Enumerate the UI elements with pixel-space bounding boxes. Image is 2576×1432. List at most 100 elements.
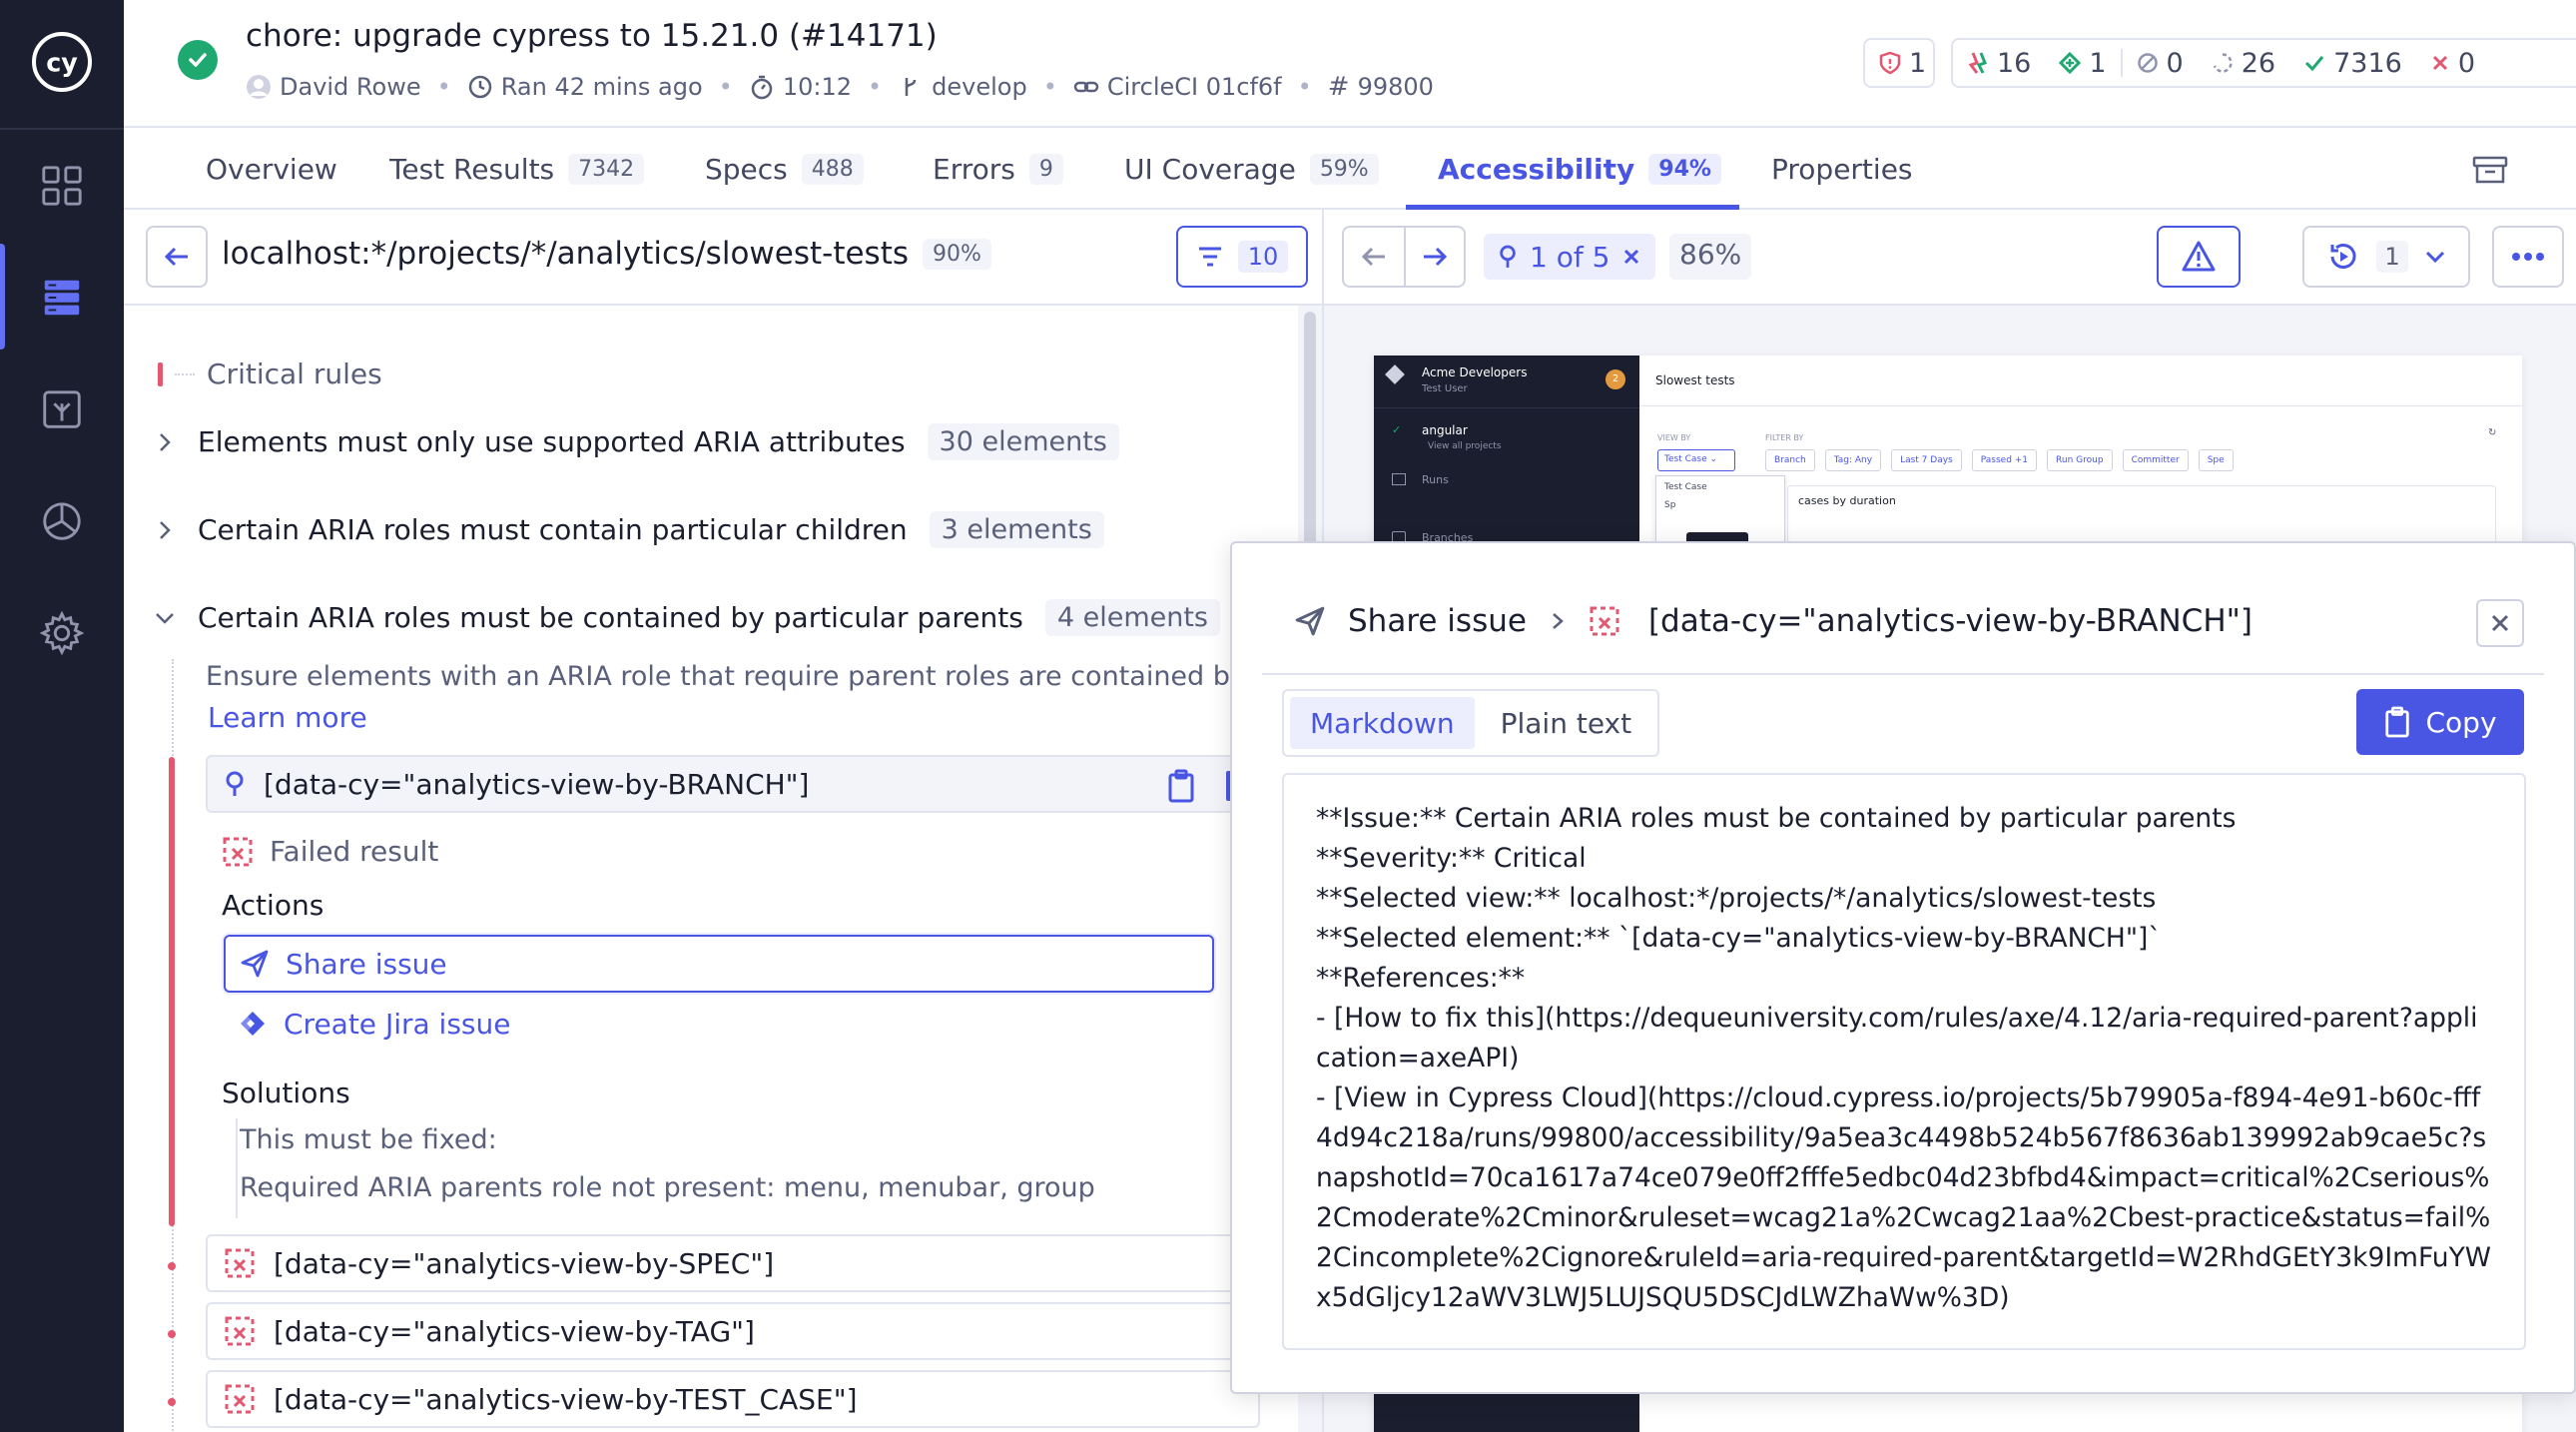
chevron-right-icon [160, 520, 171, 539]
arrow-left-icon [164, 247, 188, 267]
failed-count: 0 [2457, 47, 2475, 79]
rule-aria-required-parent[interactable]: Certain ARIA roles must be contained by … [154, 599, 1220, 636]
pin-icon [226, 771, 244, 796]
critical-marker [158, 361, 163, 386]
element-selector: [data-cy="analytics-view-by-SPEC"] [274, 1246, 775, 1280]
tab-label: Properties [1771, 152, 1913, 186]
clock-icon [468, 75, 492, 99]
next-element-button[interactable] [1404, 226, 1466, 288]
element-row-tag[interactable]: [data-cy="analytics-view-by-TAG"] [206, 1302, 1260, 1360]
element-row-test-case[interactable]: [data-cy="analytics-view-by-TEST_CASE"] [206, 1370, 1260, 1428]
dashboard-grid-icon[interactable] [0, 138, 124, 234]
branches-icon[interactable] [0, 361, 124, 457]
prev-element-button[interactable] [1342, 226, 1404, 288]
cypress-logo-icon[interactable]: cy [0, 14, 124, 110]
tab-overview[interactable]: Overview [206, 128, 337, 210]
flaky-stat[interactable]: 16 [1953, 48, 2045, 79]
share-issue-button[interactable]: Share issue [224, 935, 1214, 993]
ci-link[interactable]: CircleCI 01cf6f [1073, 73, 1282, 101]
svg-text:cy: cy [46, 47, 78, 77]
snapshot-runs-icon [1392, 473, 1406, 485]
solution-must: This must be fixed: [240, 1124, 497, 1155]
learn-more-link[interactable]: Learn more [208, 701, 367, 734]
create-jira-button[interactable]: Create Jira issue [224, 995, 1214, 1053]
branch[interactable]: develop [898, 73, 1027, 101]
close-button[interactable] [2476, 599, 2524, 647]
issue-markdown-text[interactable]: **Issue:** Certain ARIA roles must be co… [1282, 773, 2526, 1350]
run-meta: David Rowe • Ran 42 mins ago • 10:12 • d… [246, 72, 1434, 102]
ran-text: Ran 42 mins ago [500, 73, 703, 101]
snapshot-dropdown-item: Test Case [1664, 482, 1707, 492]
accessibility-violations-badge[interactable]: 1 [1863, 38, 1935, 88]
chevron-down-icon [156, 612, 174, 624]
scrollbar-thumb[interactable] [1304, 312, 1316, 551]
rule-description: Ensure elements with an ARIA role that r… [206, 661, 1322, 692]
new-diamond-icon [2059, 52, 2082, 74]
duration: 10:12 [749, 73, 852, 101]
tree-dot [168, 1330, 176, 1338]
tab-accessibility[interactable]: Accessibility 94% [1438, 128, 1721, 210]
copy-button[interactable]: Copy [2356, 689, 2524, 755]
snapshot-user: Test User [1422, 383, 1468, 394]
failed-result-label: Failed result [270, 835, 439, 868]
settings-gear-icon[interactable] [0, 585, 124, 681]
view-url-text: localhost:*/projects/*/analytics/slowest… [222, 236, 910, 272]
clipboard-icon[interactable] [1166, 769, 1196, 810]
snapshot-nav-runs: Runs [1422, 473, 1449, 486]
element-pager[interactable]: 1 of 5 [1484, 234, 1656, 280]
snapshot-view-all: View all projects [1428, 441, 1502, 451]
tab-markdown[interactable]: Markdown [1290, 697, 1475, 749]
rule-aria-required-children[interactable]: Certain ARIA roles must contain particul… [154, 511, 1104, 548]
new-stat[interactable]: 1 [2045, 48, 2120, 79]
filter-button[interactable]: 10 [1176, 226, 1308, 288]
chevron-down-icon [2425, 251, 2444, 264]
pending-count: 26 [2241, 47, 2276, 79]
pin-icon [1500, 245, 1516, 268]
analytics-pie-icon[interactable] [0, 473, 124, 569]
rule-label: Elements must only use supported ARIA at… [198, 425, 906, 458]
author[interactable]: David Rowe [246, 73, 421, 101]
tab-ui-coverage[interactable]: UI Coverage 59% [1124, 128, 1379, 210]
more-options-button[interactable] [2492, 226, 2564, 288]
link-icon [1073, 81, 1099, 93]
tab-plain-text[interactable]: Plain text [1481, 697, 1652, 749]
run-title[interactable]: chore: upgrade cypress to 15.21.0 (#1417… [246, 18, 938, 54]
violation-highlight-button[interactable] [2157, 226, 2241, 288]
replay-count: 1 [2376, 241, 2408, 273]
passed-count: 7316 [2333, 47, 2402, 79]
archive-icon[interactable] [2470, 150, 2510, 190]
left-toolbar: localhost:*/projects/*/analytics/slowest… [124, 210, 1322, 306]
failed-element-icon [225, 1316, 255, 1346]
format-toggle: Markdown Plain text [1282, 689, 1660, 757]
run-number-text: 99800 [1357, 73, 1434, 101]
author-name: David Rowe [280, 73, 421, 101]
share-issue-label: Share issue [286, 947, 447, 981]
runs-database-icon[interactable] [0, 250, 124, 346]
shield-alert-icon [1879, 51, 1901, 75]
failed-stat[interactable]: 0 [2416, 48, 2489, 79]
solution-detail: Required ARIA parents role not present: … [240, 1172, 1095, 1203]
replay-dropdown[interactable]: 1 [2302, 226, 2470, 288]
clear-x-icon[interactable] [1621, 247, 1641, 267]
pending-stat[interactable]: 26 [2198, 48, 2289, 79]
tab-specs[interactable]: Specs 488 [705, 128, 864, 210]
modal-title: Share issue [1348, 603, 1527, 639]
snapshot-cases-label: cases by duration [1798, 494, 1896, 507]
jira-icon [241, 1012, 265, 1036]
tab-errors[interactable]: Errors 9 [933, 128, 1063, 210]
element-row-spec[interactable]: [data-cy="analytics-view-by-SPEC"] [206, 1234, 1260, 1292]
tab-test-results[interactable]: Test Results 7342 [389, 128, 645, 210]
solutions-divider [236, 1118, 238, 1218]
x-icon [2432, 55, 2447, 71]
snapshot-toolbar: 1 of 5 86% 1 [1324, 210, 2576, 306]
skipped-stat[interactable]: 0 [2123, 48, 2198, 79]
back-button[interactable] [146, 226, 208, 288]
snapshot-view-by-select: Test Case ⌄ [1657, 449, 1735, 471]
tab-label: Specs [705, 152, 788, 186]
tab-properties[interactable]: Properties [1771, 128, 1913, 210]
actions-heading: Actions [222, 889, 324, 922]
rule-aria-allowed-attr[interactable]: Elements must only use supported ARIA at… [154, 423, 1119, 460]
passed-stat[interactable]: 7316 [2289, 48, 2416, 79]
stopwatch-icon [751, 75, 773, 100]
selected-element-row[interactable]: [data-cy="analytics-view-by-BRANCH"] [206, 755, 1304, 813]
